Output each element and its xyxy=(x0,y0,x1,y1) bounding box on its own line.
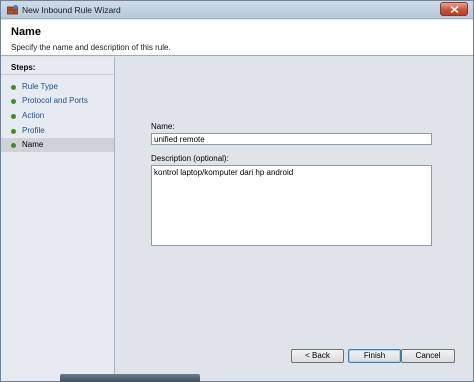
name-label: Name: xyxy=(151,122,175,131)
steps-heading: Steps: xyxy=(1,57,114,75)
wizard-window: New Inbound Rule Wizard Name Specify the… xyxy=(0,0,474,382)
page-title: Name xyxy=(11,26,41,38)
step-action[interactable]: Action xyxy=(1,109,114,123)
close-x-icon xyxy=(450,6,459,13)
page-subtitle: Specify the name and description of this… xyxy=(11,43,171,52)
step-bullet-icon xyxy=(11,85,16,90)
step-bullet-icon xyxy=(11,99,16,104)
wizard-header: Name Specify the name and description of… xyxy=(1,20,473,56)
step-label: Name xyxy=(22,140,44,149)
step-label: Rule Type xyxy=(22,82,58,91)
description-textarea[interactable]: kontrol laptop/komputer dari hp android xyxy=(151,165,432,246)
step-label: Action xyxy=(22,111,45,120)
close-button[interactable] xyxy=(440,2,468,16)
taskbar-glimpse xyxy=(60,374,200,382)
step-label: Protocol and Ports xyxy=(22,96,88,105)
step-rule-type[interactable]: Rule Type xyxy=(1,80,114,94)
description-label: Description (optional): xyxy=(151,154,229,163)
step-profile[interactable]: Profile xyxy=(1,124,114,138)
back-button[interactable]: < Back xyxy=(291,349,344,363)
title-bar[interactable]: New Inbound Rule Wizard xyxy=(1,1,473,19)
step-bullet-icon xyxy=(11,143,16,148)
steps-panel: Steps: Rule Type Protocol and Ports Acti… xyxy=(1,57,115,381)
finish-button[interactable]: Finish xyxy=(348,349,401,363)
firewall-shield-icon xyxy=(6,5,19,15)
content-panel: Name: Description (optional): kontrol la… xyxy=(116,57,473,381)
step-label: Profile xyxy=(22,126,45,135)
name-input[interactable] xyxy=(151,133,432,145)
step-name-current[interactable]: Name xyxy=(1,138,114,152)
step-bullet-icon xyxy=(11,129,16,134)
window-title: New Inbound Rule Wizard xyxy=(22,5,121,15)
step-protocol-and-ports[interactable]: Protocol and Ports xyxy=(1,94,114,108)
cancel-button[interactable]: Cancel xyxy=(401,349,455,363)
step-bullet-icon xyxy=(11,114,16,119)
